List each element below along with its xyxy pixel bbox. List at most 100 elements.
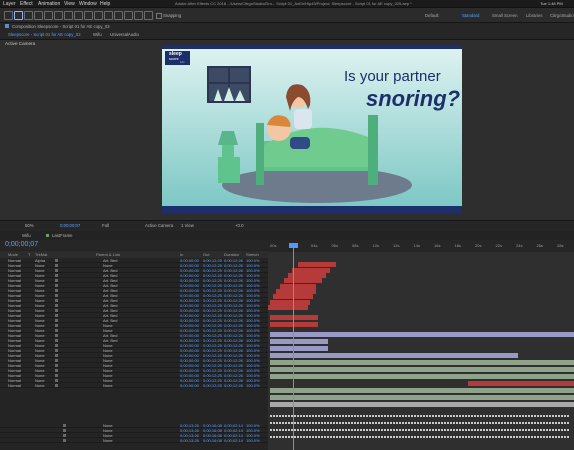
tab-comp-main[interactable]: Sleepscore - Script 01 for AE copy_02 — [8, 32, 81, 37]
col-t[interactable]: T — [28, 252, 30, 257]
video-visibility-icon[interactable] — [55, 334, 58, 337]
video-visibility-icon[interactable] — [55, 359, 58, 362]
menu-help[interactable]: Help — [100, 1, 110, 7]
zoom-tool-icon[interactable] — [34, 11, 43, 20]
tab-comp-universal-audio[interactable]: UniversalAudio — [110, 32, 139, 37]
viewer-timecode[interactable]: 0;00;00;07 — [60, 223, 80, 228]
video-visibility-icon[interactable] — [55, 384, 58, 387]
camera-dropdown[interactable]: Active Camera — [145, 223, 173, 228]
video-visibility-icon[interactable] — [55, 289, 58, 292]
layer-in[interactable]: 0;00;00;00 — [180, 383, 199, 388]
layer-duration-bar[interactable] — [298, 262, 336, 267]
workspace-default[interactable]: Default — [425, 13, 439, 18]
selection-tool-icon[interactable] — [14, 11, 23, 20]
roto-tool-icon[interactable] — [134, 11, 143, 20]
video-visibility-icon[interactable] — [55, 324, 58, 327]
layer-stretch[interactable]: 100.0% — [246, 383, 260, 388]
video-visibility-icon[interactable] — [55, 329, 58, 332]
menu-window[interactable]: Window — [79, 1, 97, 7]
current-time-display[interactable]: 0;00;00;07 — [5, 241, 38, 248]
video-visibility-icon[interactable] — [55, 304, 58, 307]
audio-layer-row[interactable]: None 0;00;13;26 0;00;16;08 0;00;02;14 100.0% — [0, 438, 268, 443]
tab-comp-wifu[interactable]: Wifu — [93, 32, 102, 37]
col-in[interactable]: In — [180, 252, 183, 257]
layer-duration-bar[interactable] — [468, 381, 574, 386]
video-visibility-icon[interactable] — [55, 274, 58, 277]
type-tool-icon[interactable] — [94, 11, 103, 20]
layer-duration-bar[interactable] — [270, 315, 318, 320]
playhead-line[interactable] — [293, 243, 294, 450]
col-out[interactable]: Out — [203, 252, 209, 257]
menu-effect[interactable]: Effect — [20, 1, 33, 7]
layer-duration[interactable]: 0;00;12;26 — [224, 383, 243, 388]
layer-out[interactable]: 0;00;12;25 — [203, 383, 222, 388]
layer-duration-bar[interactable] — [270, 360, 574, 365]
video-visibility-icon[interactable] — [55, 294, 58, 297]
layer-row[interactable]: Normal None None 0;00;00;00 0;00;12;25 0;00;1… — [0, 383, 268, 388]
workspace-libraries[interactable]: Libraries — [526, 13, 542, 18]
menu-view[interactable]: View — [64, 1, 75, 7]
layer-duration-bar[interactable] — [270, 367, 574, 372]
layer-duration-bar[interactable] — [268, 305, 308, 310]
composition-panel-title[interactable]: Composition Sleepscore - Script 01 for A… — [12, 24, 110, 29]
eraser-tool-icon[interactable] — [124, 11, 133, 20]
workspace-small-screen[interactable]: Small Screen — [492, 13, 518, 18]
video-visibility-icon[interactable] — [55, 269, 58, 272]
tab-timeline-wifu[interactable]: Wifu — [22, 233, 31, 238]
menu-layer[interactable]: Layer — [3, 1, 16, 7]
layer-duration-bar[interactable] — [270, 346, 328, 351]
clone-tool-icon[interactable] — [114, 11, 123, 20]
layer-stretch[interactable]: 100.0% — [246, 438, 260, 443]
zoom-dropdown[interactable]: 50% — [25, 223, 34, 228]
layer-duration[interactable]: 0;00;02;14 — [224, 438, 243, 443]
video-visibility-icon[interactable] — [55, 339, 58, 342]
menu-animation[interactable]: Animation — [38, 1, 60, 7]
layer-parent[interactable]: None — [103, 383, 113, 388]
video-visibility-icon[interactable] — [55, 379, 58, 382]
col-parent[interactable]: Parent & Link — [96, 252, 120, 257]
camera-tool-icon[interactable] — [54, 11, 63, 20]
workspace-custom[interactable]: CitrgoStudio — [550, 13, 574, 18]
rotate-tool-icon[interactable] — [44, 11, 53, 20]
audio-icon[interactable] — [63, 439, 66, 442]
layer-in[interactable]: 0;00;13;26 — [180, 438, 199, 443]
layer-trkmat[interactable]: None — [35, 383, 45, 388]
video-visibility-icon[interactable] — [55, 279, 58, 282]
video-visibility-icon[interactable] — [55, 349, 58, 352]
video-visibility-icon[interactable] — [55, 354, 58, 357]
audio-icon[interactable] — [63, 429, 66, 432]
layer-out[interactable]: 0;00;16;08 — [203, 438, 222, 443]
col-mode[interactable]: Mode — [8, 252, 18, 257]
shape-tool-icon[interactable] — [74, 11, 83, 20]
audio-icon[interactable] — [63, 424, 66, 427]
audio-icon[interactable] — [63, 434, 66, 437]
video-visibility-icon[interactable] — [55, 319, 58, 322]
snapping-checkbox[interactable] — [156, 13, 162, 19]
col-stretch[interactable]: Stretch — [246, 252, 259, 257]
layer-duration-bar[interactable] — [270, 374, 574, 379]
layer-duration-bar[interactable] — [270, 353, 518, 358]
video-visibility-icon[interactable] — [55, 314, 58, 317]
video-visibility-icon[interactable] — [55, 259, 58, 262]
brush-tool-icon[interactable] — [104, 11, 113, 20]
views-dropdown[interactable]: 1 View — [181, 223, 194, 228]
exposure-value[interactable]: +0.0 — [235, 223, 243, 228]
track-area[interactable] — [268, 252, 574, 450]
col-duration[interactable]: Duration — [224, 252, 239, 257]
tab-timeline-lastframe[interactable]: LastFrame — [52, 233, 73, 238]
video-visibility-icon[interactable] — [55, 264, 58, 267]
layer-duration-bar[interactable] — [270, 402, 574, 407]
video-visibility-icon[interactable] — [55, 374, 58, 377]
pan-behind-tool-icon[interactable] — [64, 11, 73, 20]
video-visibility-icon[interactable] — [55, 284, 58, 287]
layer-duration-bar[interactable] — [270, 395, 574, 400]
col-trkmat[interactable]: TrkMat — [35, 252, 47, 257]
resolution-dropdown[interactable]: Full — [102, 223, 109, 228]
pen-tool-icon[interactable] — [84, 11, 93, 20]
workspace-standard[interactable]: Standard — [462, 13, 479, 18]
layer-duration-bar[interactable] — [270, 388, 574, 393]
puppet-tool-icon[interactable] — [144, 11, 153, 20]
layer-duration-bar[interactable] — [270, 332, 574, 337]
layer-duration-bar[interactable] — [270, 322, 318, 327]
layer-parent[interactable]: None — [103, 438, 113, 443]
